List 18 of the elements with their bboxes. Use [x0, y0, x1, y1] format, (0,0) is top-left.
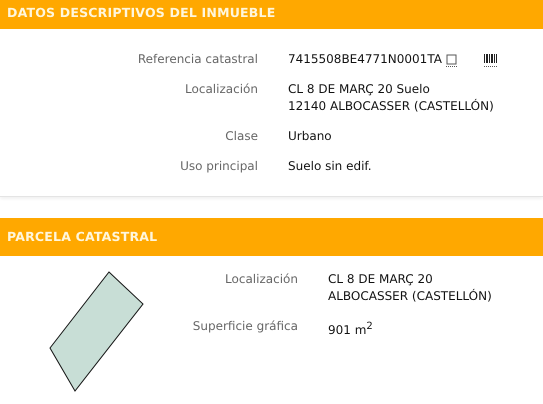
field-value: 12140 ALBOCASSER (CASTELLÓN) — [288, 98, 495, 115]
section-header: PARCELA CATASTRAL — [0, 218, 543, 256]
field-label: Localización — [184, 81, 258, 98]
field-label: Uso principal — [179, 158, 258, 175]
field-value: Urbano — [288, 128, 333, 145]
field-value: Suelo sin edif. — [288, 158, 373, 175]
field-label: Superficie gráfica — [192, 318, 298, 335]
field-value: 7415508BE4771N0001TA — [288, 51, 442, 68]
field-value: ALBOCASSER (CASTELLÓN) — [328, 288, 492, 305]
square-icon[interactable] — [446, 52, 458, 66]
field-label: Referencia catastral — [136, 51, 258, 68]
field-label: Localización — [224, 271, 298, 288]
barcode-icon[interactable] — [484, 52, 497, 66]
field-value: CL 8 DE MARÇ 20 Suelo — [288, 81, 431, 98]
field-label: Clase — [224, 128, 258, 145]
section-header: DATOS DESCRIPTIVOS DEL INMUEBLE — [0, 0, 543, 29]
field-value: CL 8 DE MARÇ 20 — [328, 271, 434, 288]
field-value: 901 m$^{2}$ — [328, 320, 374, 339]
